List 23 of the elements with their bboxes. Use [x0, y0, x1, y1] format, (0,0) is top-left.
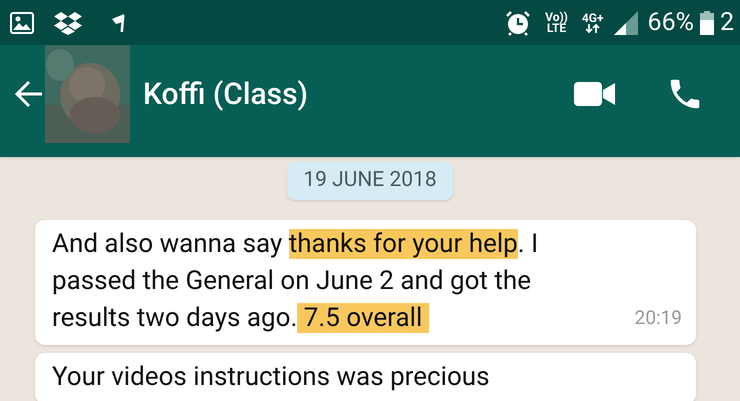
contact-name: Koffi (Class)	[143, 76, 308, 114]
date-chip: 19 JUNE 2018	[287, 162, 453, 200]
video-call-button[interactable]	[574, 79, 616, 109]
image-icon	[10, 12, 34, 34]
highlighted-text: 7.5 overall	[297, 302, 429, 332]
dropbox-icon	[54, 10, 82, 34]
back-arrow-icon	[14, 79, 44, 109]
message-text: . I	[518, 228, 538, 258]
video-camera-icon	[574, 79, 616, 109]
network-label: 4G+	[582, 12, 604, 24]
data-arrows-icon	[586, 24, 600, 33]
volte-label: Vo))	[545, 12, 568, 22]
alarm-icon	[505, 10, 532, 36]
message-time: 20:19	[634, 305, 682, 331]
message-text: Your videos instructions was precious	[52, 362, 490, 392]
signal-icon	[614, 10, 638, 34]
battery-icon	[700, 10, 714, 34]
message-text: passed the General on June 2 and got the	[52, 266, 531, 296]
battery-percent: 66%	[648, 10, 694, 35]
message-text: And also wanna say	[52, 228, 284, 258]
message-text: results two days ago.	[52, 302, 298, 332]
clock-label: 2	[720, 10, 734, 35]
lte-label: LTE	[546, 22, 566, 34]
